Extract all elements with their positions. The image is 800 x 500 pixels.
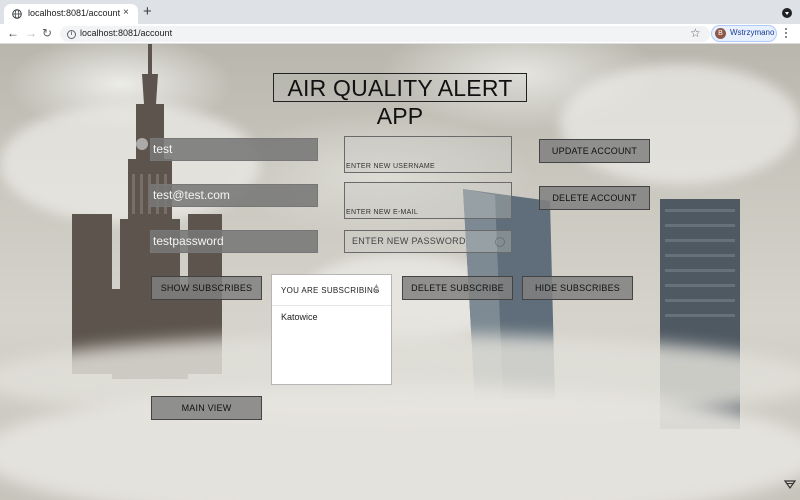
- extension-icon[interactable]: [784, 480, 796, 490]
- profile-name: Wstrzymano: [730, 28, 775, 37]
- list-item[interactable]: Katowice: [281, 312, 318, 322]
- current-email-field[interactable]: test@test.com: [150, 184, 318, 207]
- current-password-field[interactable]: testpassword: [150, 230, 318, 253]
- reveal-password-icon[interactable]: [495, 237, 505, 247]
- show-subscribes-button[interactable]: SHOW SUBSCRIBES: [151, 276, 262, 300]
- page-title: AIR QUALITY ALERT APP: [273, 73, 527, 129]
- browser-tab-bar: localhost:8081/account × +: [0, 0, 800, 24]
- forward-arrow-icon[interactable]: →: [25, 26, 37, 41]
- more-menu-icon[interactable]: [784, 28, 788, 40]
- delete-subscribe-button[interactable]: DELETE SUBSCRIBE: [402, 276, 513, 300]
- subscriptions-list: YOU ARE SUBSCRIBING ▲ ▼ Katowice: [271, 274, 392, 385]
- profile-button[interactable]: B Wstrzymano: [711, 25, 777, 42]
- main-view-button[interactable]: MAIN VIEW: [151, 396, 262, 420]
- info-icon[interactable]: i: [67, 29, 76, 39]
- new-username-input[interactable]: ENTER NEW USERNAME: [344, 136, 512, 173]
- subscriptions-header[interactable]: YOU ARE SUBSCRIBING ▲ ▼: [272, 275, 391, 306]
- hide-subscribes-button[interactable]: HIDE SUBSCRIBES: [522, 276, 633, 300]
- back-arrow-icon[interactable]: ←: [7, 26, 19, 41]
- tab-close-icon[interactable]: ×: [123, 7, 129, 19]
- bookmark-star-icon[interactable]: ☆: [690, 26, 701, 40]
- delete-account-button[interactable]: DELETE ACCOUNT: [539, 186, 650, 210]
- new-password-input[interactable]: ENTER NEW PASSWORD: [344, 230, 512, 253]
- reload-icon[interactable]: ↻: [42, 26, 52, 41]
- avatar: B: [715, 28, 726, 39]
- tab-search-icon[interactable]: [782, 8, 792, 18]
- new-username-placeholder: ENTER NEW USERNAME: [346, 163, 436, 170]
- new-email-input[interactable]: ENTER NEW E-MAIL: [344, 182, 512, 219]
- page-content: AIR QUALITY ALERT APP test test@test.com…: [0, 44, 800, 500]
- sort-icon[interactable]: ▲ ▼: [373, 283, 380, 295]
- address-bar[interactable]: i localhost:8081/account ☆: [60, 26, 710, 42]
- browser-toolbar: ← → ↻ i localhost:8081/account ☆ B Wstrz…: [0, 24, 800, 44]
- new-email-placeholder: ENTER NEW E-MAIL: [346, 209, 419, 216]
- new-password-placeholder: ENTER NEW PASSWORD: [352, 236, 466, 246]
- globe-icon: [12, 9, 22, 19]
- url-text[interactable]: localhost:8081/account: [80, 28, 172, 38]
- tab-title: localhost:8081/account: [28, 8, 121, 18]
- update-account-button[interactable]: UPDATE ACCOUNT: [539, 139, 650, 163]
- browser-tab[interactable]: localhost:8081/account ×: [4, 4, 138, 24]
- subscriptions-header-label: YOU ARE SUBSCRIBING: [281, 286, 380, 295]
- new-tab-button[interactable]: +: [143, 4, 152, 19]
- current-username-field[interactable]: test: [150, 138, 318, 161]
